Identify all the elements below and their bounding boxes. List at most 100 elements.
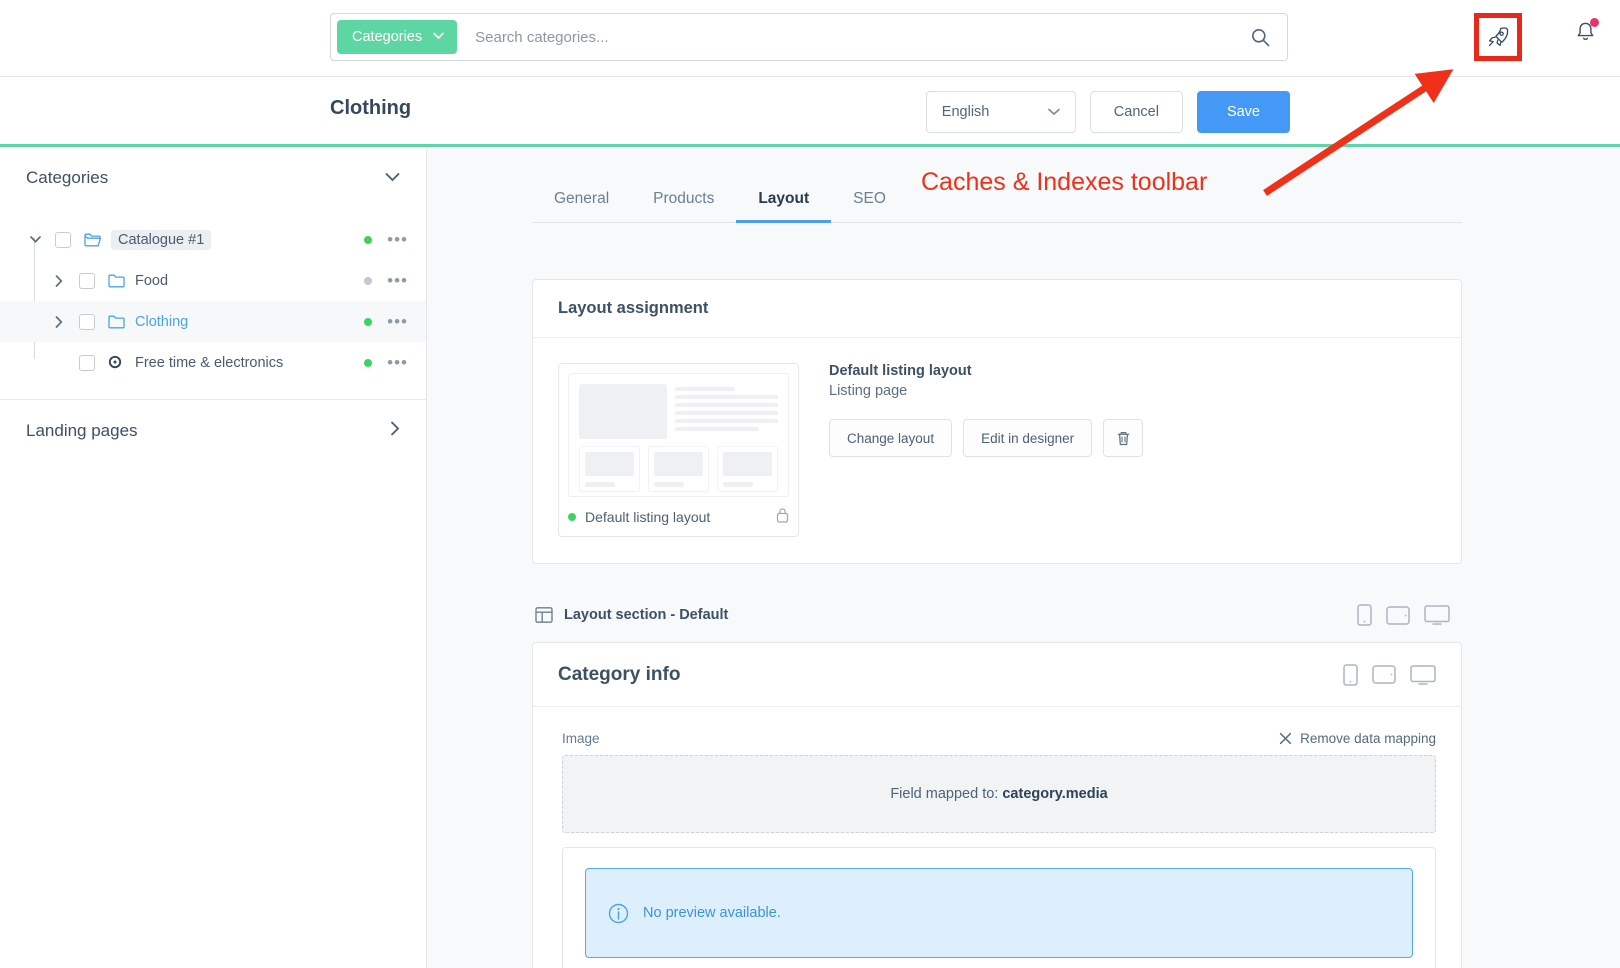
tab-products[interactable]: Products — [631, 190, 736, 222]
search-input[interactable] — [457, 17, 1243, 57]
folder-icon — [108, 273, 125, 288]
tree-node-checkbox[interactable] — [55, 231, 71, 248]
chevron-down-icon[interactable] — [385, 169, 400, 187]
mobile-icon[interactable] — [1357, 604, 1372, 626]
tree-node-catalogue-1[interactable]: Catalogue #1 ••• — [0, 219, 426, 260]
category-filter-dropdown[interactable]: Categories — [337, 20, 458, 54]
chevron-right-icon[interactable] — [48, 315, 70, 328]
search-container: Categories — [330, 13, 1288, 61]
language-select-value: English — [941, 104, 990, 120]
tree-node-status-dot — [364, 358, 373, 367]
layout-section-icon — [535, 606, 553, 624]
cancel-button[interactable]: Cancel — [1089, 91, 1183, 133]
lock-icon — [776, 507, 789, 526]
layout-section-title: Layout section - Default — [564, 607, 729, 623]
layout-action-buttons: Change layout Edit in designer — [829, 419, 1144, 457]
layout-thumbnail-footer: Default listing layout — [568, 497, 789, 536]
ellipsis-icon[interactable]: ••• — [387, 231, 408, 248]
tab-general[interactable]: General — [532, 190, 631, 222]
data-mapping-box: Field mapped to: category.media — [562, 755, 1436, 833]
ellipsis-icon[interactable]: ••• — [387, 354, 408, 371]
sidebar-section-categories[interactable]: Categories — [0, 150, 426, 205]
layout-section-device-toggles — [1357, 604, 1450, 626]
layout-thumbnail-card[interactable]: Default listing layout — [558, 363, 799, 537]
folder-icon — [108, 314, 125, 329]
mapped-prefix-label: Field mapped to: — [890, 786, 999, 802]
thumb-hero-image — [579, 384, 667, 439]
tree-node-status-dot — [364, 317, 373, 326]
chevron-down-icon[interactable] — [24, 236, 46, 243]
tree-node-food[interactable]: Food ••• — [0, 260, 426, 301]
remove-data-mapping-label: Remove data mapping — [1300, 731, 1436, 746]
preview-card: No preview available. — [562, 847, 1436, 968]
chevron-right-icon[interactable] — [48, 274, 70, 287]
tab-layout[interactable]: Layout — [736, 190, 831, 223]
assigned-layout-type: Listing page — [829, 383, 908, 399]
remove-data-mapping-button[interactable]: Remove data mapping — [1279, 731, 1436, 746]
sidebar-categories-title: Categories — [26, 167, 109, 187]
desktop-icon[interactable] — [1424, 605, 1450, 625]
tree-node-label: Catalogue #1 — [111, 229, 212, 250]
tree-node-status-dot — [364, 276, 373, 285]
desktop-icon[interactable] — [1410, 664, 1436, 685]
category-info-header: Category info — [533, 643, 1461, 707]
bell-icon[interactable] — [1570, 17, 1600, 47]
image-field-label: Image — [562, 731, 600, 746]
tree-node-label: Free time & electronics — [135, 354, 284, 371]
tablet-icon[interactable] — [1386, 605, 1410, 625]
trash-icon[interactable] — [1103, 419, 1144, 457]
assigned-layout-name: Default listing layout — [829, 363, 972, 379]
mapped-field-value: category.media — [1002, 786, 1108, 802]
search-icon[interactable] — [1243, 20, 1277, 54]
tree-node-checkbox[interactable] — [79, 354, 95, 371]
rocket-icon[interactable] — [1483, 22, 1513, 52]
annotation-label: Caches & Indexes toolbar — [921, 168, 1208, 196]
layout-thumbnail-caption: Default listing layout — [585, 508, 711, 525]
main-content: General Products Layout SEO Layout assignme… — [427, 150, 1620, 968]
sidebar-landing-pages-title: Landing pages — [26, 421, 138, 440]
category-info-body: Image Remove data mapping Field mapped t… — [533, 707, 1461, 968]
top-search-bar: Categories ? — [0, 0, 1620, 77]
info-circle-icon — [608, 903, 629, 924]
save-button[interactable]: Save — [1196, 91, 1290, 133]
sidebar: Categories Catalogue #1 ••• Food ••• Clothin… — [0, 150, 427, 968]
tree-node-label: Clothing — [135, 313, 189, 330]
folder-open-icon — [84, 232, 102, 247]
tab-seo[interactable]: SEO — [831, 190, 908, 222]
category-info-card: Category info Image Remove data mapping … — [532, 642, 1462, 968]
tablet-icon[interactable] — [1372, 665, 1396, 684]
layout-assignment-info: Default listing layout Listing page Chan… — [829, 363, 1144, 537]
status-dot — [568, 512, 576, 521]
tree-node-checkbox[interactable] — [79, 313, 95, 330]
tree-node-clothing[interactable]: Clothing ••• — [0, 301, 426, 342]
tree-node-label: Food — [135, 272, 169, 289]
layout-section-bar: Layout section - Default — [532, 592, 1462, 638]
chevron-right-icon[interactable] — [390, 421, 400, 441]
sidebar-section-landing-pages[interactable]: Landing pages — [0, 400, 426, 462]
category-info-device-toggles — [1343, 663, 1436, 686]
chevron-down-icon — [1047, 105, 1060, 119]
ellipsis-icon[interactable]: ••• — [387, 272, 408, 289]
header-actions: English Cancel Save — [925, 91, 1290, 133]
circle-dot-icon — [108, 355, 125, 370]
close-icon — [1279, 732, 1292, 745]
thumb-product-grid — [579, 446, 778, 492]
notification-badge-dot — [1590, 18, 1599, 27]
category-tree: Catalogue #1 ••• Food ••• Clothing ••• Free ti… — [0, 205, 426, 383]
category-info-title: Category info — [558, 663, 681, 685]
no-preview-alert: No preview available. — [585, 868, 1413, 958]
layout-assignment-card: Layout assignment Default listing layout… — [532, 279, 1462, 564]
layout-thumbnail-preview — [568, 373, 789, 497]
mobile-icon[interactable] — [1343, 663, 1358, 686]
page-header: Clothing English Cancel Save — [0, 77, 1620, 147]
ellipsis-icon[interactable]: ••• — [387, 313, 408, 330]
language-select[interactable]: English — [925, 91, 1076, 133]
change-layout-button[interactable]: Change layout — [829, 419, 953, 457]
no-preview-alert-text: No preview available. — [643, 905, 781, 921]
tree-node-free-time-electronics[interactable]: Free time & electronics ••• — [0, 342, 426, 383]
tree-node-checkbox[interactable] — [79, 272, 95, 289]
chevron-down-icon — [433, 31, 444, 43]
tree-node-status-dot — [364, 235, 373, 244]
page-title: Clothing — [330, 97, 412, 119]
edit-in-designer-button[interactable]: Edit in designer — [963, 419, 1093, 457]
